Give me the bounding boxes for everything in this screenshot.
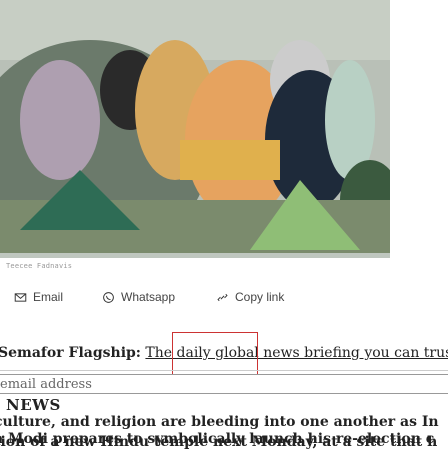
copy-link-button[interactable]: Copy link: [216, 290, 284, 304]
share-email-button[interactable]: Email: [14, 290, 63, 304]
promo-description[interactable]: The daily global news briefing you can t…: [145, 345, 448, 361]
news-line-1: culture, and religion are bleeding into …: [0, 414, 439, 430]
share-bar: Email Whatsapp Copy link: [0, 285, 448, 309]
section-divider: [0, 370, 448, 371]
email-field[interactable]: [0, 374, 448, 394]
hero-photo: [0, 0, 448, 258]
envelope-icon: [14, 292, 27, 302]
news-heading: NEWS: [6, 396, 61, 414]
link-icon: [217, 293, 228, 301]
share-whatsapp-label: Whatsapp: [121, 290, 176, 304]
newsletter-promo: Semafor Flagship: The daily global news …: [0, 339, 448, 377]
promo-name: Semafor Flagship:: [0, 345, 141, 361]
copy-link-label: Copy link: [235, 290, 285, 304]
hero-frame: [390, 0, 448, 258]
share-email-label: Email: [33, 290, 64, 304]
share-whatsapp-button[interactable]: Whatsapp: [102, 290, 175, 304]
whatsapp-icon: [103, 291, 114, 303]
photo-caption: Teecee Fadnavis: [6, 262, 73, 270]
promo-text: Semafor Flagship: The daily global news …: [0, 345, 448, 361]
hero-image: [0, 0, 390, 253]
